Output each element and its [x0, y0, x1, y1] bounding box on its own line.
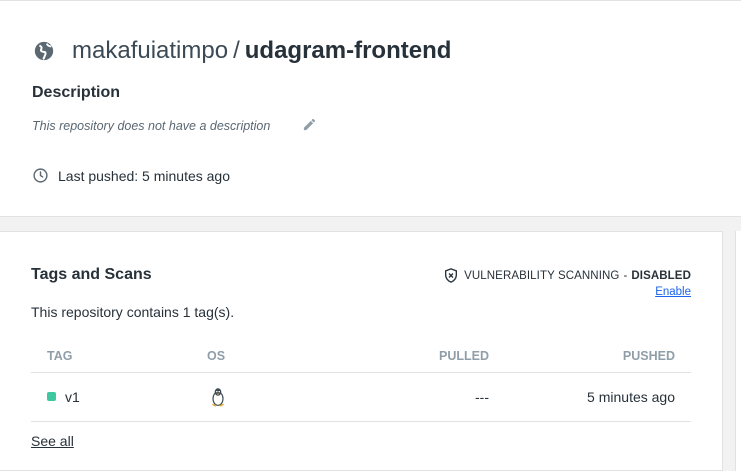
shield-icon [445, 268, 458, 283]
globe-icon [34, 41, 54, 61]
clock-icon [33, 168, 48, 183]
last-pushed-text: Last pushed: 5 minutes ago [58, 167, 231, 184]
repository-title: makafuiatimpo / udagram-frontend [33, 37, 451, 65]
description-heading: Description [32, 84, 121, 101]
pushed-cell: 5 minutes ago [489, 372, 691, 422]
os-cell [207, 372, 357, 422]
tags-table: TAG OS PULLED PUSHED v1 --- 5 minutes ag… [31, 340, 691, 422]
linux-icon [212, 387, 224, 407]
see-all-link[interactable]: See all [31, 433, 74, 449]
tag-cell: v1 [31, 372, 207, 422]
enable-scanning-link[interactable]: Enable [655, 286, 691, 298]
edit-icon[interactable] [302, 117, 317, 132]
column-header-tag: TAG [31, 340, 207, 373]
vulnerability-scanning-label: VULNERABILITY SCANNING [464, 269, 620, 282]
vulnerability-separator: - [623, 269, 628, 282]
vulnerability-scanning-state: DISABLED [631, 269, 691, 282]
repository-header-card: makafuiatimpo / udagram-frontend Descrip… [0, 0, 741, 217]
adjacent-card-edge [735, 231, 741, 471]
column-header-os: OS [207, 340, 357, 373]
repository-name: udagram-frontend [244, 37, 452, 64]
tag-name-link[interactable]: v1 [65, 389, 80, 405]
tag-status-indicator [47, 392, 56, 401]
tags-table-header: TAG OS PULLED PUSHED [31, 340, 691, 373]
tags-and-scans-card: Tags and Scans VULNERABILITY SCANNING - … [0, 231, 723, 471]
column-header-pushed: PUSHED [489, 340, 691, 373]
last-pushed: Last pushed: 5 minutes ago [32, 167, 230, 184]
tag-count-text: This repository contains 1 tag(s). [31, 304, 235, 320]
repository-path-separator: / [233, 37, 240, 64]
description-text: This repository does not have a descript… [32, 119, 271, 133]
vulnerability-scanning-status: VULNERABILITY SCANNING - DISABLED [443, 267, 691, 284]
pulled-cell: --- [357, 372, 489, 422]
tags-section-title: Tags and Scans [31, 266, 152, 283]
table-row[interactable]: v1 --- 5 minutes ago [31, 372, 691, 422]
repository-owner[interactable]: makafuiatimpo [72, 37, 228, 65]
column-header-pulled: PULLED [357, 340, 489, 373]
